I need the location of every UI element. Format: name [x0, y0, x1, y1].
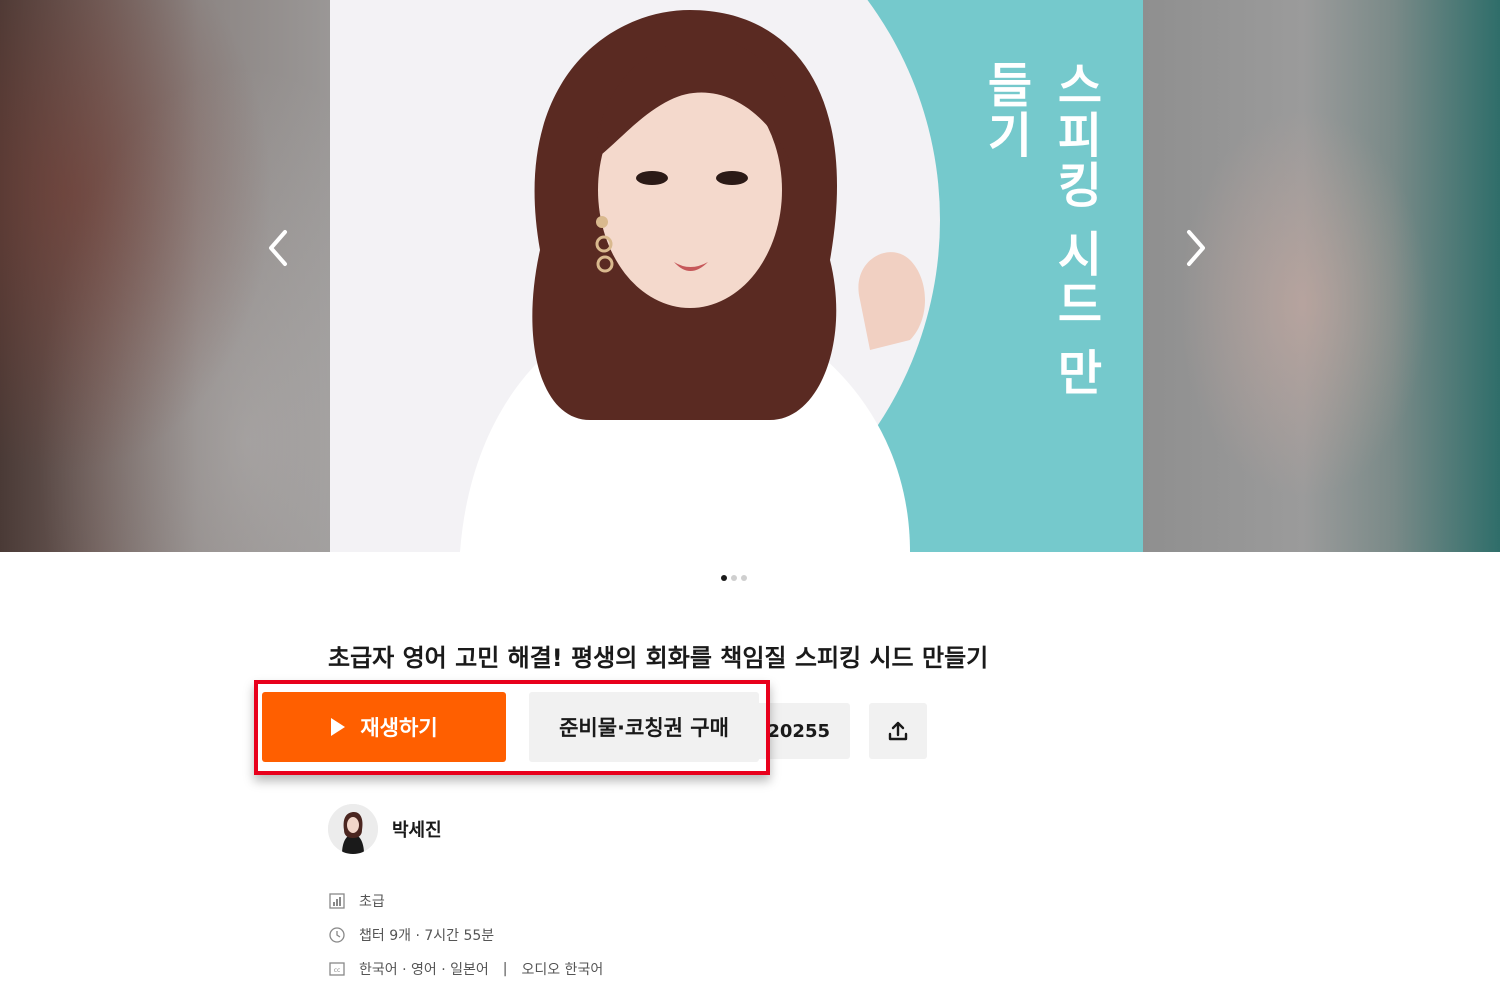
like-count: 20255 — [767, 720, 830, 742]
play-button-label: 재생하기 — [360, 716, 438, 740]
hero-carousel: 스피킹 시드 만들기 — [0, 0, 1500, 552]
play-button[interactable]: 재생하기 — [262, 692, 506, 762]
like-button[interactable]: 20255 — [752, 703, 850, 759]
play-icon — [331, 718, 346, 736]
creator-name[interactable]: 박세진 — [392, 816, 442, 842]
share-icon — [888, 721, 908, 741]
pagination-dot[interactable] — [721, 575, 727, 581]
buy-materials-button[interactable]: 준비물·코칭권 구매 — [529, 692, 759, 762]
meta-separator: | — [502, 961, 508, 977]
action-bar: 20255 준비물·코칭권 구매 재생하기 — [262, 692, 932, 762]
creator-profile[interactable]: 박세진 — [328, 804, 442, 854]
slide-headline: 스피킹 시드 만들기 — [977, 60, 1103, 398]
meta-level: 초급 — [359, 894, 385, 910]
chevron-right-icon — [1187, 230, 1205, 266]
meta-level-row: 초급 — [328, 884, 603, 918]
meta-subtitles: 한국어 · 영어 · 일본어 — [359, 962, 489, 978]
meta-duration-row: 챕터 9개 · 7시간 55분 — [328, 918, 603, 952]
carousel-next-button[interactable] — [1166, 218, 1226, 278]
meta-duration: 챕터 9개 · 7시간 55분 — [359, 928, 495, 944]
carousel-prev-button[interactable] — [248, 218, 308, 278]
course-meta: 초급 챕터 9개 · 7시간 55분 cc 한국어 · 영어 · 일본어 | 오… — [328, 884, 603, 986]
share-button[interactable] — [869, 703, 927, 759]
pagination-dot[interactable] — [741, 575, 747, 581]
current-slide: 스피킹 시드 만들기 — [330, 0, 1143, 552]
pagination-dot[interactable] — [731, 575, 737, 581]
course-title: 초급자 영어 고민 해결! 평생의 회화를 책임질 스피킹 시드 만들기 — [328, 644, 989, 672]
bar-chart-icon — [328, 892, 346, 910]
creator-avatar[interactable] — [328, 804, 378, 854]
subtitles-icon: cc — [328, 960, 346, 978]
svg-text:cc: cc — [334, 967, 341, 974]
clock-icon — [328, 926, 346, 944]
meta-audio: 오디오 한국어 — [521, 962, 604, 978]
carousel-pagination — [721, 575, 747, 581]
instructor-portrait-image — [460, 10, 925, 552]
chevron-left-icon — [269, 230, 287, 266]
meta-language-row: cc 한국어 · 영어 · 일본어 | 오디오 한국어 — [328, 952, 603, 986]
